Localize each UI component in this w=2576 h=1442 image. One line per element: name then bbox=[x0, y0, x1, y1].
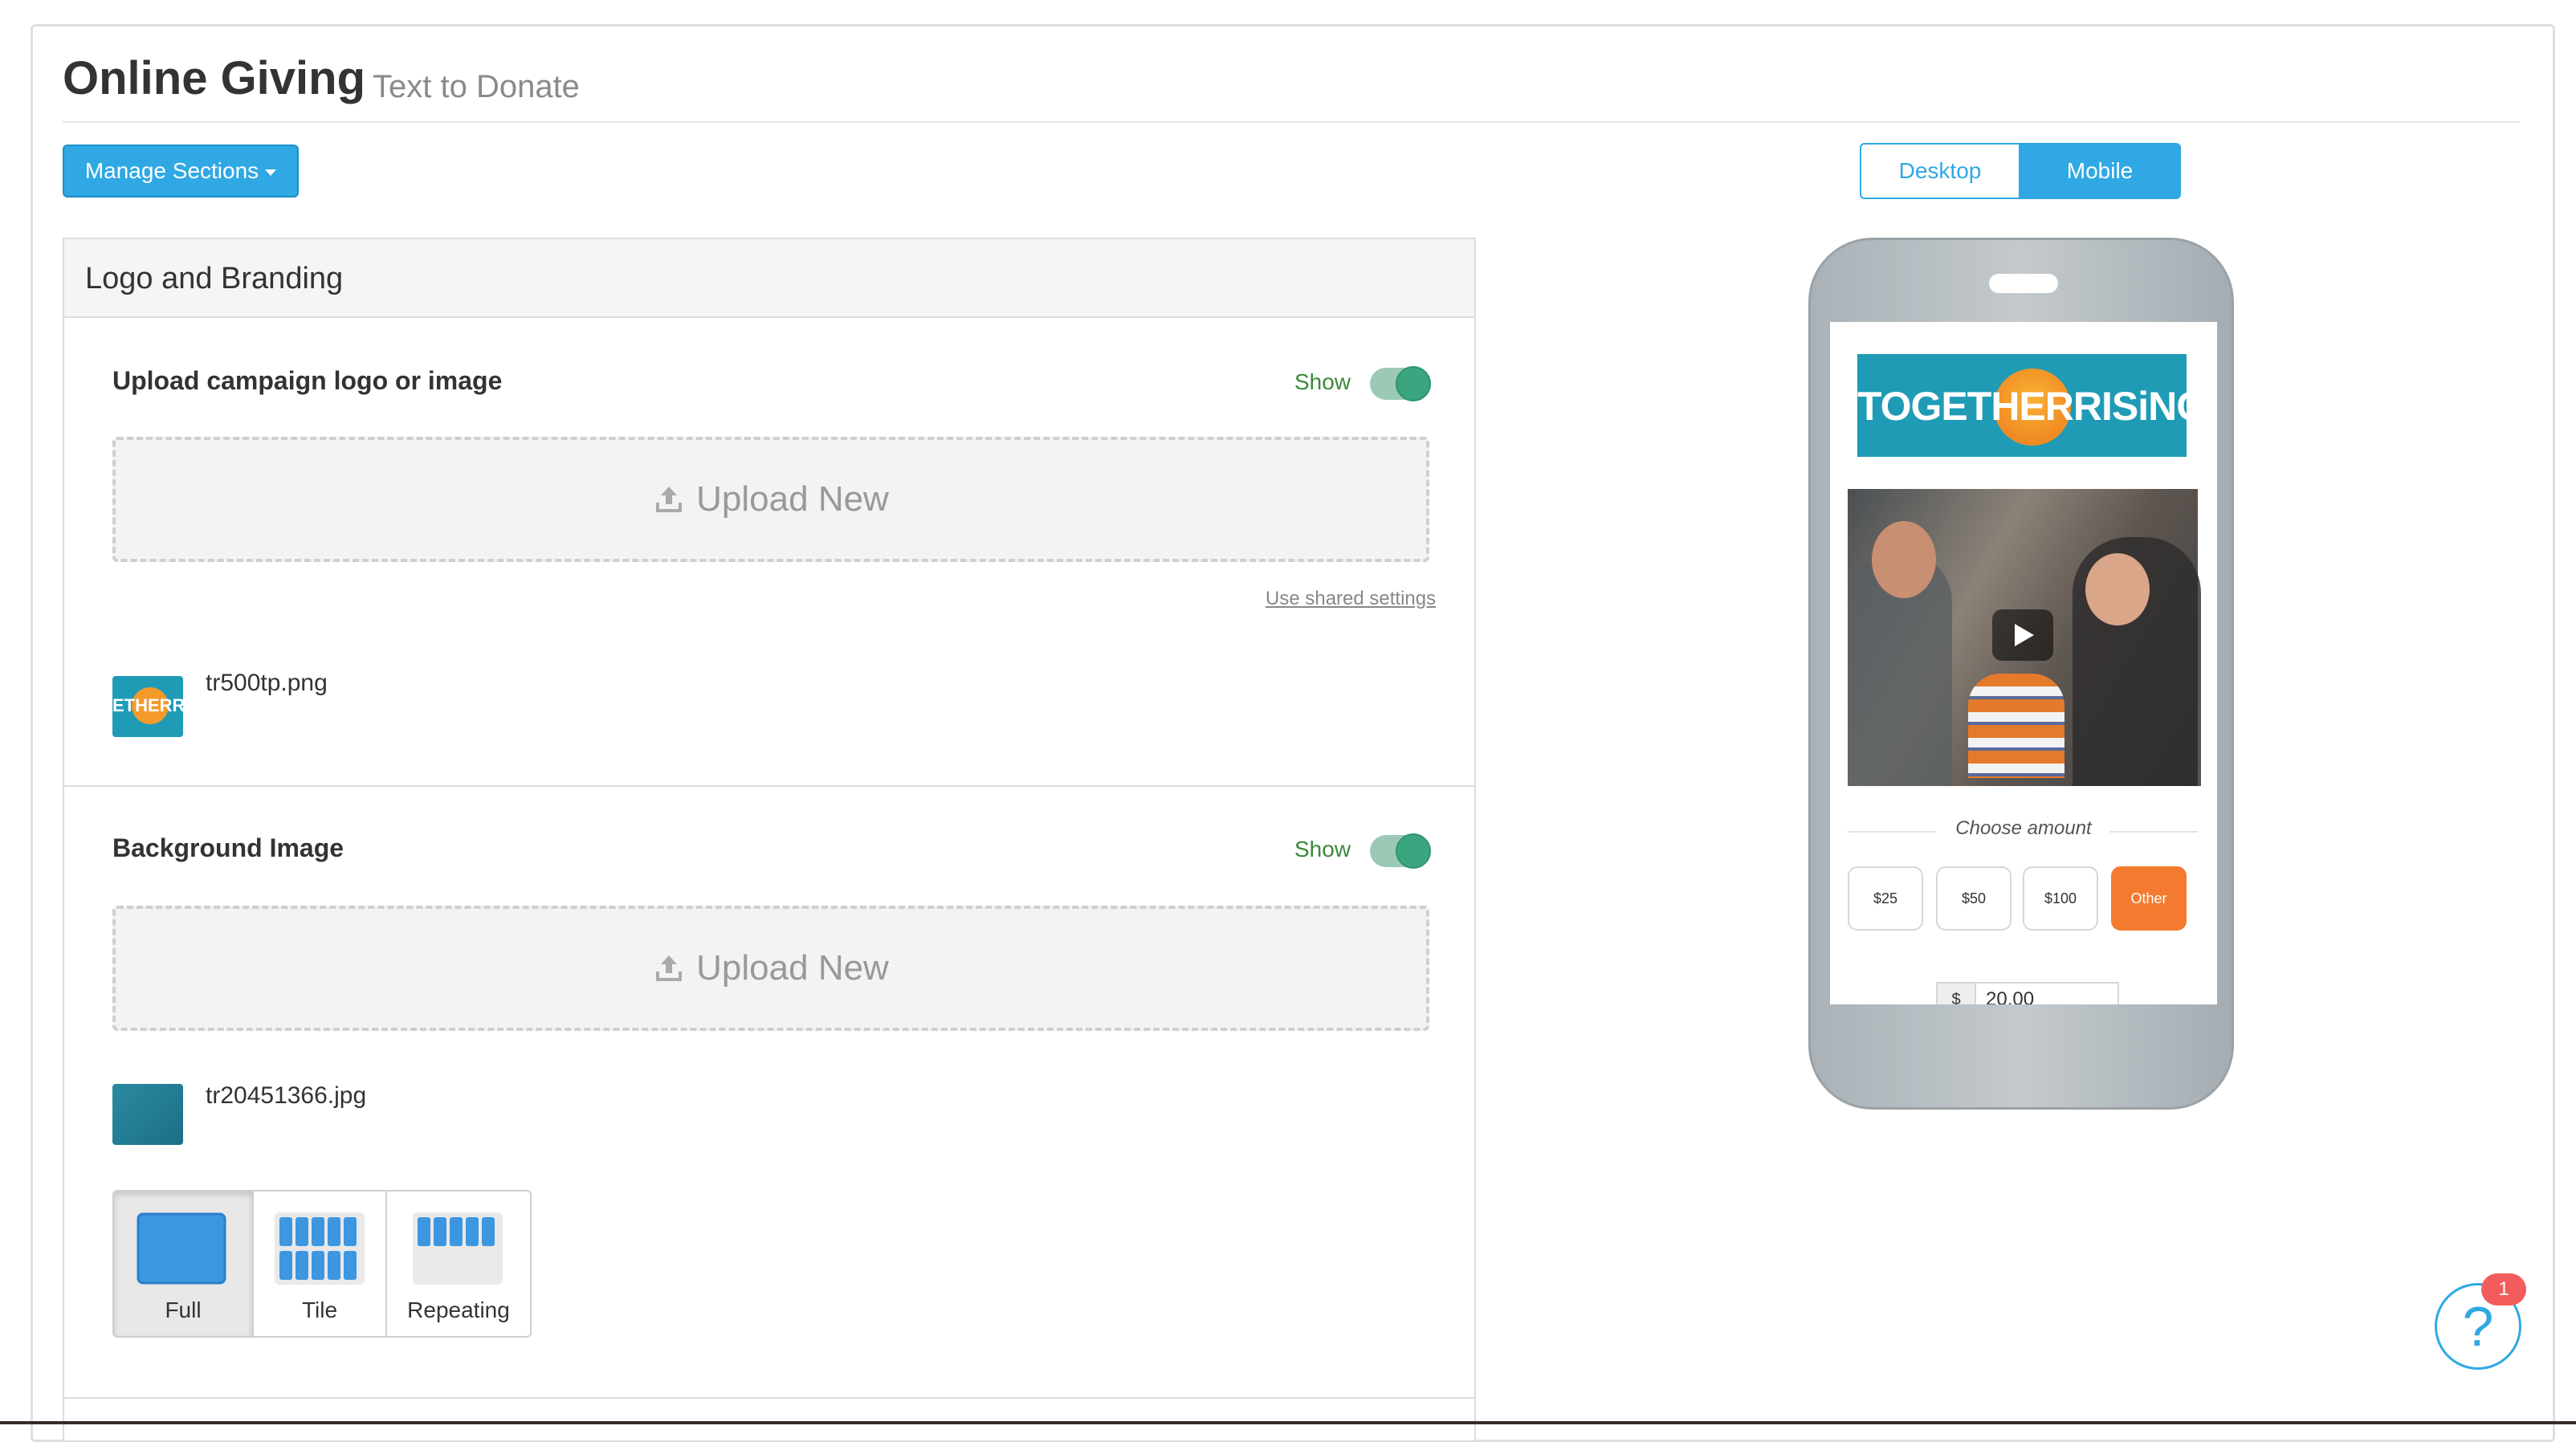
toggle-knob bbox=[1396, 366, 1431, 401]
background-upload-label: Upload New bbox=[696, 948, 889, 988]
desktop-view-button[interactable]: Desktop bbox=[1860, 143, 2020, 199]
bottom-edge-bar bbox=[0, 1421, 2576, 1424]
panel-title: Logo and Branding bbox=[85, 262, 344, 295]
mobile-preview-device: TOGETHERRISiNG Choose amount $25 $50 $10… bbox=[1808, 238, 2234, 1110]
logo-show-label: Show bbox=[1294, 369, 1351, 394]
upload-icon bbox=[656, 487, 683, 512]
custom-amount-input[interactable]: $ 20.00 bbox=[1936, 982, 2119, 1004]
bg-option-full[interactable]: Full bbox=[114, 1191, 254, 1336]
section-divider bbox=[64, 1397, 1474, 1399]
full-layout-icon bbox=[137, 1212, 226, 1285]
background-upload-dropzone[interactable]: Upload New bbox=[112, 906, 1429, 1031]
logo-branding-panel: Logo and Branding Upload campaign logo o… bbox=[63, 238, 1476, 1442]
amount-option-25[interactable]: $25 bbox=[1848, 866, 1923, 931]
view-toggle: Desktop Mobile bbox=[1860, 143, 2181, 199]
background-file-name: tr20451366.jpg bbox=[206, 1082, 367, 1109]
campaign-logo-text: TOGETHERRISiNG bbox=[1857, 384, 2207, 429]
bg-option-repeating[interactable]: Repeating bbox=[387, 1191, 530, 1336]
phone-speaker bbox=[1989, 274, 2058, 293]
manage-sections-button[interactable]: Manage Sections bbox=[63, 145, 299, 198]
help-notification-badge: 1 bbox=[2481, 1273, 2526, 1306]
bg-option-tile[interactable]: Tile bbox=[254, 1191, 387, 1336]
use-shared-settings-link[interactable]: Use shared settings bbox=[1266, 588, 1436, 610]
title-divider bbox=[63, 121, 2520, 123]
logo-upload-label: Upload New bbox=[696, 479, 889, 519]
repeating-layout-icon bbox=[413, 1212, 503, 1285]
play-icon bbox=[2015, 624, 2034, 646]
page-subtitle: Text to Donate bbox=[373, 69, 580, 104]
amount-option-other[interactable]: Other bbox=[2111, 866, 2187, 931]
toggle-knob bbox=[1396, 833, 1431, 869]
bg-option-full-label: Full bbox=[165, 1297, 202, 1322]
page-title: Online Giving bbox=[63, 52, 366, 104]
background-show-label: Show bbox=[1294, 837, 1351, 862]
logo-section-label: Upload campaign logo or image bbox=[112, 366, 503, 395]
logo-thumbnail-text: ETHERRI bbox=[112, 695, 183, 715]
mobile-preview-screen[interactable]: TOGETHERRISiNG Choose amount $25 $50 $10… bbox=[1830, 322, 2217, 1004]
choose-amount-label: Choose amount bbox=[1955, 817, 2092, 839]
logo-show-toggle[interactable] bbox=[1370, 366, 1431, 401]
mobile-view-button[interactable]: Mobile bbox=[2020, 143, 2181, 199]
logo-upload-dropzone[interactable]: Upload New bbox=[112, 437, 1429, 562]
background-layout-options: Full Tile Repeating bbox=[112, 1190, 532, 1338]
caret-down-icon bbox=[265, 169, 277, 176]
bg-option-repeating-label: Repeating bbox=[407, 1297, 510, 1322]
background-thumbnail bbox=[112, 1084, 183, 1145]
upload-icon bbox=[656, 955, 683, 981]
campaign-logo-banner: TOGETHERRISiNG bbox=[1857, 354, 2207, 457]
amount-option-50[interactable]: $50 bbox=[1936, 866, 2011, 931]
currency-prefix: $ bbox=[1938, 984, 1976, 1004]
logo-file-name: tr500tp.png bbox=[206, 670, 328, 696]
logo-thumbnail: ETHERRI bbox=[112, 676, 183, 737]
panel-header: Logo and Branding bbox=[64, 239, 1474, 318]
background-show-toggle[interactable] bbox=[1370, 833, 1431, 869]
help-icon: ? bbox=[2462, 1295, 2494, 1358]
tile-layout-icon bbox=[275, 1212, 365, 1285]
bg-option-tile-label: Tile bbox=[301, 1297, 338, 1322]
amount-option-100[interactable]: $100 bbox=[2023, 866, 2098, 931]
custom-amount-value: 20.00 bbox=[1986, 988, 2035, 1004]
video-figure bbox=[1968, 674, 2064, 778]
manage-sections-label: Manage Sections bbox=[84, 158, 259, 183]
campaign-video[interactable] bbox=[1848, 489, 2201, 786]
play-button[interactable] bbox=[1992, 609, 2053, 661]
background-section-label: Background Image bbox=[112, 833, 344, 862]
section-divider bbox=[64, 785, 1474, 787]
